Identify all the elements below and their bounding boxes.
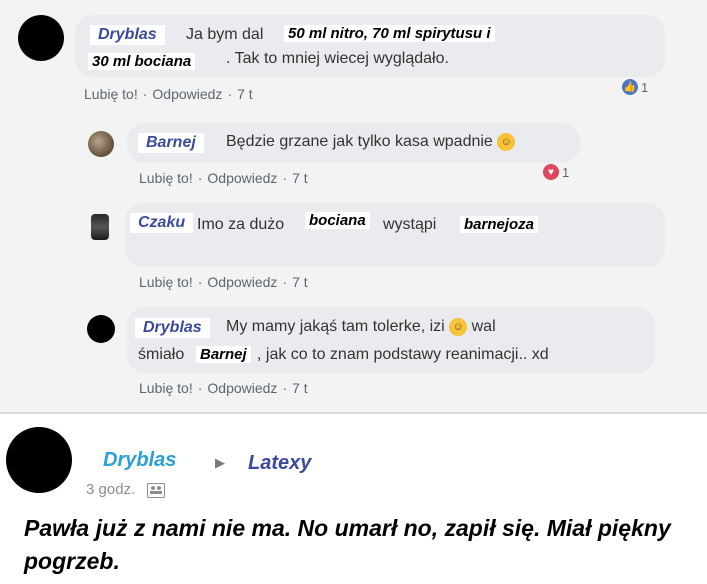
comment-text: Ja bym dal xyxy=(186,26,264,43)
comment-text: My mamy jakąś tam tolerke, izi ☺ wal xyxy=(226,318,496,336)
post-author[interactable]: Dryblas xyxy=(103,449,176,472)
post-text: Pawła już z nami nie ma. No umarł no, za… xyxy=(24,515,671,574)
comment-actions: Lubię to! · Odpowiedz · 7 t xyxy=(139,274,308,290)
comment-author[interactable]: Dryblas xyxy=(90,25,165,45)
comment-actions: Lubię to! · Odpowiedz · 7 t xyxy=(84,86,253,102)
love-reaction-icon: ♥ xyxy=(543,164,559,180)
comment-overlay-text: barnejoza xyxy=(460,216,539,233)
grinning-emoji-icon: ☺ xyxy=(449,318,468,336)
comment-time[interactable]: 7 t xyxy=(292,274,308,290)
avatar[interactable] xyxy=(91,214,109,240)
avatar[interactable] xyxy=(87,315,115,343)
comment-actions: Lubię to! · Odpowiedz · 7 t xyxy=(139,380,308,396)
comment-author[interactable]: Czaku xyxy=(130,213,194,233)
avatar[interactable] xyxy=(18,15,64,61)
comment-text: . Tak to mniej wiecej wyglądało. xyxy=(226,50,449,67)
comment-text: wystąpi xyxy=(383,216,437,233)
comments-panel: Dryblas Ja bym dal 50 ml nitro, 70 ml sp… xyxy=(0,0,707,413)
comment-text: Imo za dużo xyxy=(197,216,285,233)
reply-link[interactable]: Odpowiedz xyxy=(152,86,222,102)
comment-time[interactable]: 7 t xyxy=(292,380,308,396)
avatar[interactable] xyxy=(88,131,114,157)
comment-author[interactable]: Dryblas xyxy=(135,318,210,338)
divider xyxy=(0,412,707,414)
reply-link[interactable]: Odpowiedz xyxy=(207,380,277,396)
post-avatar[interactable] xyxy=(6,427,72,493)
like-link[interactable]: Lubię to! xyxy=(139,274,193,290)
like-link[interactable]: Lubię to! xyxy=(139,380,193,396)
post-time[interactable]: 3 godz. xyxy=(86,481,135,498)
comment-overlay-text: 50 ml nitro, 70 ml spirytusu i xyxy=(284,25,495,42)
comment-overlay-text: Barnej xyxy=(196,346,251,363)
reaction-count[interactable]: ♥ 1 xyxy=(543,163,569,181)
comment-text: śmiało xyxy=(138,346,185,363)
friends-icon[interactable] xyxy=(147,482,166,498)
reaction-count[interactable]: 👍 1 xyxy=(622,78,648,96)
post-meta: 3 godz. xyxy=(86,481,166,498)
comment-time[interactable]: 7 t xyxy=(292,170,308,186)
comment-text: , jak co to znam podstawy reanimacji.. x… xyxy=(257,346,549,363)
comment-text: Będzie grzane jak tylko kasa wpadnie ☺ xyxy=(226,133,516,151)
like-link[interactable]: Lubię to! xyxy=(139,170,193,186)
comment-author[interactable]: Barnej xyxy=(138,133,204,153)
comment-time[interactable]: 7 t xyxy=(237,86,253,102)
reply-link[interactable]: Odpowiedz xyxy=(207,274,277,290)
like-reaction-icon: 👍 xyxy=(622,79,638,95)
reply-link[interactable]: Odpowiedz xyxy=(207,170,277,186)
post-target[interactable]: Latexy xyxy=(248,452,311,475)
share-arrow-icon: ▶ xyxy=(215,455,225,470)
comment-overlay-text: bociana xyxy=(305,212,370,229)
comment-bubble xyxy=(125,203,665,267)
like-link[interactable]: Lubię to! xyxy=(84,86,138,102)
grinning-emoji-icon: ☺ xyxy=(497,133,516,151)
comment-overlay-text: 30 ml bociana xyxy=(88,53,196,70)
comment-actions: Lubię to! · Odpowiedz · 7 t xyxy=(139,170,308,186)
